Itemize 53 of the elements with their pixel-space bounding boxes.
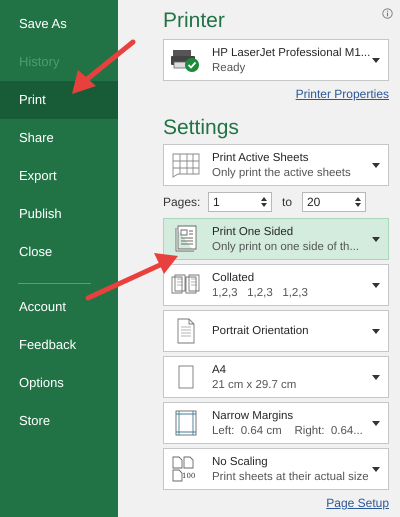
sidebar-item[interactable]: Export: [0, 157, 118, 195]
sidebar-item[interactable]: Close: [0, 233, 118, 271]
info-icon[interactable]: [382, 8, 393, 19]
to-page-field[interactable]: 20: [302, 192, 366, 212]
caret-icon: [372, 236, 380, 242]
caret-icon: [372, 466, 380, 472]
setting-detail: Left: 0.64 cm Right: 0.64...: [212, 424, 363, 436]
caret-icon: [372, 374, 380, 380]
setting-title: A4: [212, 364, 226, 376]
printer-dropdown[interactable]: HP LaserJet Professional M1... Ready: [163, 39, 389, 81]
page-setup-link[interactable]: Page Setup: [326, 496, 389, 510]
printer-status: Ready: [212, 62, 246, 74]
setting-dropdown[interactable]: Collated 1,2,3 1,2,3 1,2,3: [163, 264, 389, 306]
setting-dropdown[interactable]: Narrow Margins Left: 0.64 cm Right: 0.64...: [163, 402, 389, 444]
sidebar-item[interactable]: Publish: [0, 195, 118, 233]
sidebar-item[interactable]: Account: [0, 288, 118, 326]
caret-icon: [372, 162, 380, 168]
setting-detail: Only print the active sheets: [212, 166, 351, 178]
arrow-drawing: [72, 40, 136, 94]
printer-properties-link[interactable]: Printer Properties: [296, 87, 389, 101]
sheet-grid-icon: [170, 151, 202, 179]
setting-detail: 1,2,3 1,2,3 1,2,3: [212, 286, 308, 298]
pages-label: Pages:: [163, 195, 202, 209]
sidebar-item[interactable]: Share: [0, 119, 118, 157]
caret-icon: [372, 328, 380, 334]
setting-title: No Scaling: [212, 456, 268, 468]
setting-title: Narrow Margins: [212, 410, 294, 422]
setting-title: Print Active Sheets: [212, 152, 309, 164]
setting-dropdown[interactable]: Print One Sided Only print on one side of th...: [163, 218, 389, 260]
sidebar-item[interactable]: Save As: [0, 5, 118, 43]
spin-arrows-icon: [261, 197, 267, 207]
setting-title: Portrait Orientation: [212, 325, 309, 337]
setting-title: Collated: [212, 272, 254, 284]
section-heading: Printer: [163, 8, 225, 33]
setting-dropdown[interactable]: Print Active Sheets Only print the active sheets: [163, 144, 389, 186]
section-heading: Settings: [163, 115, 239, 140]
setting-dropdown[interactable]: Portrait Orientation: [163, 310, 389, 352]
sidebar-item[interactable]: Print: [0, 81, 118, 119]
from-page-field[interactable]: 1: [208, 192, 272, 212]
caret-icon: [372, 420, 380, 426]
spin-arrows-icon: [355, 197, 361, 207]
setting-detail: Print sheets at their actual size: [212, 470, 369, 482]
sidebar-item[interactable]: Store: [0, 402, 118, 440]
printer-name: HP LaserJet Professional M1...: [212, 46, 370, 58]
setting-detail: Only print on one side of th...: [212, 240, 360, 252]
setting-detail: 21 cm x 29.7 cm: [212, 378, 296, 390]
caret-icon: [372, 58, 380, 62]
sidebar-item[interactable]: Feedback: [0, 326, 118, 364]
setting-title: Print One Sided: [212, 226, 294, 238]
caret-icon: [372, 282, 380, 288]
to-label: to: [280, 195, 293, 209]
setting-dropdown[interactable]: A4 21 cm x 29.7 cm: [163, 356, 389, 398]
sidebar-item[interactable]: Options: [0, 364, 118, 402]
